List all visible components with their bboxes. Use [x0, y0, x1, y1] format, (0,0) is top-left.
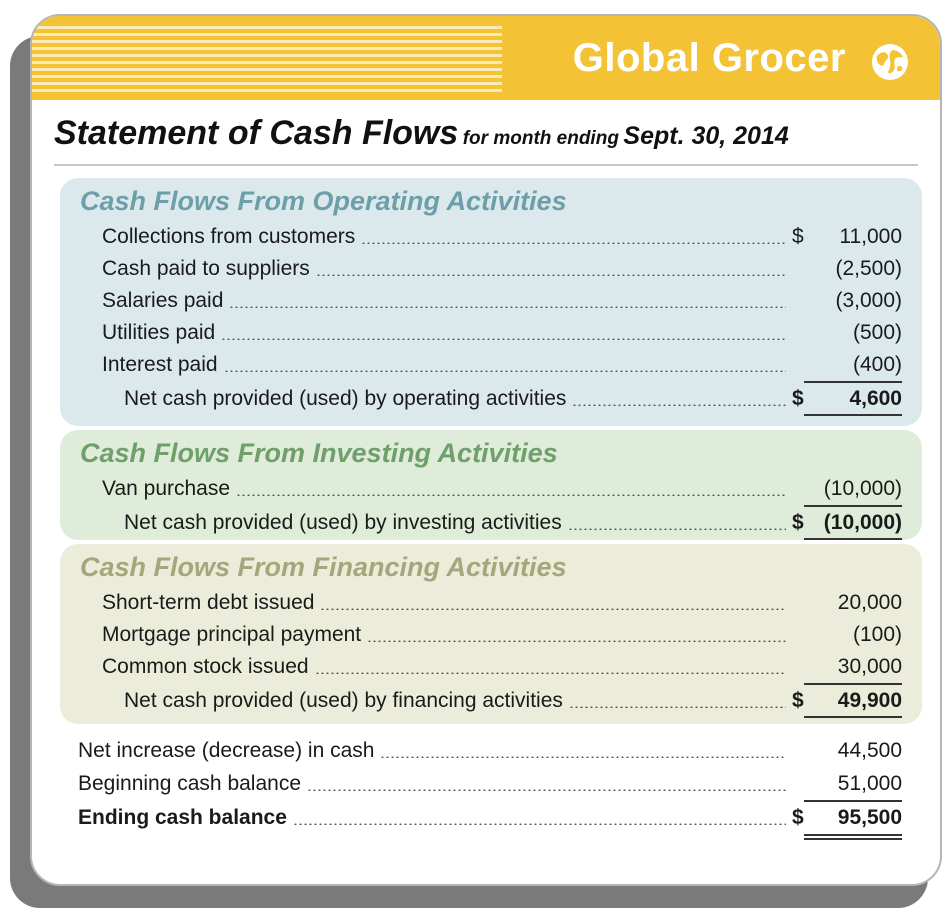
- line-item-label: Short-term debt issued: [102, 591, 315, 614]
- summary-amount: 44,500: [837, 739, 902, 762]
- line-item-label: Common stock issued: [102, 655, 309, 678]
- subtotal-underline: [804, 505, 902, 507]
- line-item-label: Mortgage principal payment: [102, 623, 362, 646]
- line-item: Cash paid to suppliers (2,500): [102, 254, 902, 284]
- line-item-label: Salaries paid: [102, 289, 224, 312]
- line-item-label: Collections from customers: [102, 225, 356, 248]
- leader-dots: [361, 242, 786, 244]
- summary-label: Beginning cash balance: [78, 772, 302, 795]
- net-operating-amount: 4,600: [849, 387, 902, 410]
- financing-section-title: Cash Flows From Financing Activities: [80, 552, 567, 582]
- double-underline-top: [804, 834, 902, 836]
- line-item-amount: 30,000: [837, 655, 902, 678]
- summary-row: Net increase (decrease) in cash 44,500: [78, 736, 902, 766]
- currency-symbol: $: [792, 387, 804, 410]
- title-date: Sept. 30, 2014: [623, 122, 789, 150]
- leader-dots: [314, 672, 786, 674]
- leader-dots: [380, 756, 786, 758]
- subtotal-underline: [804, 683, 902, 685]
- line-item: Collections from customers $ 11,000: [102, 222, 902, 252]
- line-item-label: Utilities paid: [102, 321, 216, 344]
- net-investing-row: Net cash provided (used) by investing ac…: [124, 508, 902, 538]
- line-item-amount: (2,500): [835, 257, 902, 280]
- total-underline: [804, 538, 902, 540]
- brand-name: Global Grocer: [572, 36, 846, 80]
- leader-dots: [292, 823, 786, 825]
- currency-symbol: $: [792, 689, 804, 712]
- line-item-amount: (3,000): [835, 289, 902, 312]
- leader-dots: [221, 338, 786, 340]
- leader-dots: [568, 706, 786, 708]
- ending-balance-label: Ending cash balance: [78, 806, 287, 829]
- line-item-amount: 20,000: [837, 591, 902, 614]
- line-item: Salaries paid (3,000): [102, 286, 902, 316]
- net-operating-label: Net cash provided (used) by operating ac…: [124, 387, 567, 410]
- subtotal-underline: [804, 800, 902, 802]
- operating-section-title: Cash Flows From Operating Activities: [80, 186, 567, 216]
- line-item-amount: (400): [852, 353, 902, 376]
- summary-label: Net increase (decrease) in cash: [78, 739, 375, 762]
- leader-dots: [307, 789, 786, 791]
- leader-dots: [567, 528, 786, 530]
- line-item: Mortgage principal payment (100): [102, 620, 902, 650]
- currency-symbol: $: [792, 225, 804, 248]
- summary-row: Beginning cash balance 51,000: [78, 769, 902, 799]
- banner-stripes: [32, 26, 502, 92]
- ending-balance-row: Ending cash balance $ 95,500: [78, 803, 902, 833]
- investing-section-title: Cash Flows From Investing Activities: [80, 438, 558, 468]
- leader-dots: [236, 494, 786, 496]
- net-investing-label: Net cash provided (used) by investing ac…: [124, 511, 562, 534]
- title-divider: [54, 164, 918, 166]
- net-investing-amount: (10,000): [823, 511, 902, 534]
- total-underline: [804, 414, 902, 416]
- line-item-label: Van purchase: [102, 477, 231, 500]
- double-underline-bottom: [804, 838, 902, 840]
- subtotal-underline: [804, 381, 902, 383]
- leader-dots: [320, 608, 786, 610]
- leader-dots: [223, 370, 786, 372]
- line-item: Van purchase (10,000): [102, 474, 902, 504]
- line-item-amount: (500): [852, 321, 902, 344]
- leader-dots: [229, 306, 786, 308]
- line-item: Short-term debt issued 20,000: [102, 588, 902, 618]
- line-item: Interest paid (400): [102, 350, 902, 380]
- line-item-label: Interest paid: [102, 353, 218, 376]
- net-financing-amount: 49,900: [837, 689, 902, 712]
- title-subtitle: for month ending: [462, 128, 619, 149]
- net-financing-row: Net cash provided (used) by financing ac…: [124, 686, 902, 716]
- line-item: Common stock issued 30,000: [102, 652, 902, 682]
- currency-symbol: $: [792, 806, 804, 829]
- line-item-amount: (10,000): [823, 477, 902, 500]
- leader-dots: [315, 274, 786, 276]
- currency-symbol: $: [792, 511, 804, 534]
- leader-dots: [572, 404, 786, 406]
- cash-flow-statement-card: Global Grocer Statement of Cash Flows fo…: [30, 14, 942, 886]
- net-operating-row: Net cash provided (used) by operating ac…: [124, 384, 902, 414]
- line-item-amount: 11,000: [839, 225, 902, 248]
- operating-section: Cash Flows From Operating Activities Col…: [60, 178, 922, 426]
- line-item-amount: (100): [852, 623, 902, 646]
- investing-section: Cash Flows From Investing Activities Van…: [60, 430, 922, 540]
- line-item: Utilities paid (500): [102, 318, 902, 348]
- ending-balance-amount: 95,500: [837, 806, 902, 829]
- financing-section: Cash Flows From Financing Activities Sho…: [60, 544, 922, 724]
- net-financing-label: Net cash provided (used) by financing ac…: [124, 689, 563, 712]
- total-underline: [804, 716, 902, 718]
- title-main: Statement of Cash Flows: [54, 114, 459, 152]
- leader-dots: [367, 640, 786, 642]
- header-banner: Global Grocer: [32, 16, 940, 100]
- statement-title: Statement of Cash Flows for month ending…: [54, 114, 789, 153]
- globe-icon: [872, 44, 908, 80]
- summary-amount: 51,000: [837, 772, 902, 795]
- line-item-label: Cash paid to suppliers: [102, 257, 310, 280]
